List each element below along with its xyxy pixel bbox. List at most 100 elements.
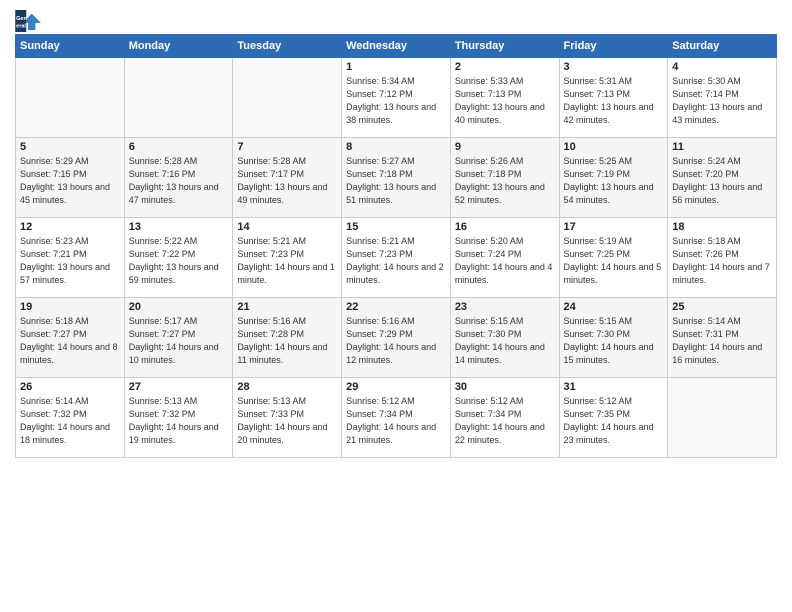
day-info: Sunrise: 5:14 AMSunset: 7:31 PMDaylight:… [672,315,772,367]
day-number: 5 [20,141,120,153]
calendar-cell: 7 Sunrise: 5:28 AMSunset: 7:17 PMDaylight… [233,138,342,218]
day-info: Sunrise: 5:33 AMSunset: 7:13 PMDaylight:… [455,75,555,127]
calendar-cell: 15Sunrise: 5:21 AMSunset: 7:23 PMDayligh… [342,218,451,298]
calendar-week-4: 19 Sunrise: 5:18 AMSunset: 7:27 PMDayligh… [16,298,777,378]
logo-icon: Gen eral [15,10,43,32]
day-number: 12 [20,221,120,233]
header: Gen eral [15,10,777,32]
calendar-week-3: 12 Sunrise: 5:23 AMSunset: 7:21 PMDayligh… [16,218,777,298]
day-number: 20 [129,301,229,313]
calendar-week-2: 5 Sunrise: 5:29 AMSunset: 7:15 PMDaylight… [16,138,777,218]
calendar-cell: 3 Sunrise: 5:31 AMSunset: 7:13 PMDaylight… [559,58,668,138]
calendar-cell: 21 Sunrise: 5:16 AMSunset: 7:28 PMDayligh… [233,298,342,378]
calendar-body: 1 Sunrise: 5:34 AMSunset: 7:12 PMDaylight… [16,58,777,458]
weekday-header-sunday: Sunday [16,35,125,58]
day-info: Sunrise: 5:28 AMSunset: 7:16 PMDaylight:… [129,155,229,207]
day-info: Sunrise: 5:31 AMSunset: 7:13 PMDaylight:… [564,75,664,127]
day-info: Sunrise: 5:16 AMSunset: 7:29 PMDaylight:… [346,315,446,367]
day-number: 14 [237,221,337,233]
day-info: Sunrise: 5:15 AMSunset: 7:30 PMDaylight:… [564,315,664,367]
day-info: Sunrise: 5:28 AMSunset: 7:17 PMDaylight:… [237,155,337,207]
calendar-cell: 6 Sunrise: 5:28 AMSunset: 7:16 PMDaylight… [124,138,233,218]
day-info: Sunrise: 5:30 AMSunset: 7:14 PMDaylight:… [672,75,772,127]
day-number: 10 [564,141,664,153]
day-number: 13 [129,221,229,233]
calendar-cell: 4Sunrise: 5:30 AMSunset: 7:14 PMDaylight… [668,58,777,138]
day-number: 8 [346,141,446,153]
calendar-header: SundayMondayTuesdayWednesdayThursdayFrid… [16,35,777,58]
day-number: 16 [455,221,555,233]
weekday-header-saturday: Saturday [668,35,777,58]
calendar-cell: 20Sunrise: 5:17 AMSunset: 7:27 PMDayligh… [124,298,233,378]
day-info: Sunrise: 5:12 AMSunset: 7:34 PMDaylight:… [346,395,446,447]
day-info: Sunrise: 5:24 AMSunset: 7:20 PMDaylight:… [672,155,772,207]
day-number: 9 [455,141,555,153]
weekday-header-thursday: Thursday [450,35,559,58]
calendar-cell: 14Sunrise: 5:21 AMSunset: 7:23 PMDayligh… [233,218,342,298]
calendar-cell: 11 Sunrise: 5:24 AMSunset: 7:20 PMDayligh… [668,138,777,218]
day-info: Sunrise: 5:18 AMSunset: 7:26 PMDaylight:… [672,235,772,287]
calendar-cell: 5 Sunrise: 5:29 AMSunset: 7:15 PMDaylight… [16,138,125,218]
day-number: 19 [20,301,120,313]
day-number: 21 [237,301,337,313]
page-container: Gen eral SundayMondayTuesdayWednesdayThu… [0,0,792,466]
calendar-cell: 30Sunrise: 5:12 AMSunset: 7:34 PMDayligh… [450,378,559,458]
calendar-cell: 9 Sunrise: 5:26 AMSunset: 7:18 PMDaylight… [450,138,559,218]
weekday-header-friday: Friday [559,35,668,58]
day-number: 26 [20,381,120,393]
calendar-cell: 19 Sunrise: 5:18 AMSunset: 7:27 PMDayligh… [16,298,125,378]
day-info: Sunrise: 5:21 AMSunset: 7:23 PMDaylight:… [346,235,446,287]
day-info: Sunrise: 5:20 AMSunset: 7:24 PMDaylight:… [455,235,555,287]
calendar-cell: 16 Sunrise: 5:20 AMSunset: 7:24 PMDayligh… [450,218,559,298]
weekday-row: SundayMondayTuesdayWednesdayThursdayFrid… [16,35,777,58]
day-info: Sunrise: 5:23 AMSunset: 7:21 PMDaylight:… [20,235,120,287]
day-number: 7 [237,141,337,153]
calendar-cell [16,58,125,138]
calendar-cell: 18 Sunrise: 5:18 AMSunset: 7:26 PMDayligh… [668,218,777,298]
day-info: Sunrise: 5:25 AMSunset: 7:19 PMDaylight:… [564,155,664,207]
calendar-cell: 25 Sunrise: 5:14 AMSunset: 7:31 PMDayligh… [668,298,777,378]
calendar-cell: 13Sunrise: 5:22 AMSunset: 7:22 PMDayligh… [124,218,233,298]
day-number: 24 [564,301,664,313]
calendar-cell: 1 Sunrise: 5:34 AMSunset: 7:12 PMDaylight… [342,58,451,138]
calendar-cell: 12 Sunrise: 5:23 AMSunset: 7:21 PMDayligh… [16,218,125,298]
day-number: 23 [455,301,555,313]
day-info: Sunrise: 5:16 AMSunset: 7:28 PMDaylight:… [237,315,337,367]
day-number: 31 [564,381,664,393]
day-info: Sunrise: 5:34 AMSunset: 7:12 PMDaylight:… [346,75,446,127]
calendar-table: SundayMondayTuesdayWednesdayThursdayFrid… [15,34,777,458]
day-info: Sunrise: 5:26 AMSunset: 7:18 PMDaylight:… [455,155,555,207]
day-number: 6 [129,141,229,153]
calendar-cell: 2 Sunrise: 5:33 AMSunset: 7:13 PMDaylight… [450,58,559,138]
calendar-cell [233,58,342,138]
weekday-header-wednesday: Wednesday [342,35,451,58]
calendar-cell: 24 Sunrise: 5:15 AMSunset: 7:30 PMDayligh… [559,298,668,378]
day-info: Sunrise: 5:18 AMSunset: 7:27 PMDaylight:… [20,315,120,367]
logo: Gen eral [15,10,47,32]
day-number: 30 [455,381,555,393]
calendar-cell [668,378,777,458]
day-number: 2 [455,61,555,73]
calendar-cell: 29 Sunrise: 5:12 AMSunset: 7:34 PMDayligh… [342,378,451,458]
calendar-cell: 23 Sunrise: 5:15 AMSunset: 7:30 PMDayligh… [450,298,559,378]
weekday-header-monday: Monday [124,35,233,58]
day-info: Sunrise: 5:29 AMSunset: 7:15 PMDaylight:… [20,155,120,207]
day-info: Sunrise: 5:13 AMSunset: 7:32 PMDaylight:… [129,395,229,447]
calendar-week-1: 1 Sunrise: 5:34 AMSunset: 7:12 PMDaylight… [16,58,777,138]
calendar-cell: 26Sunrise: 5:14 AMSunset: 7:32 PMDayligh… [16,378,125,458]
day-info: Sunrise: 5:15 AMSunset: 7:30 PMDaylight:… [455,315,555,367]
day-number: 25 [672,301,772,313]
day-number: 29 [346,381,446,393]
calendar-cell: 27Sunrise: 5:13 AMSunset: 7:32 PMDayligh… [124,378,233,458]
day-number: 11 [672,141,772,153]
day-info: Sunrise: 5:19 AMSunset: 7:25 PMDaylight:… [564,235,664,287]
day-number: 18 [672,221,772,233]
day-number: 1 [346,61,446,73]
calendar-cell: 28Sunrise: 5:13 AMSunset: 7:33 PMDayligh… [233,378,342,458]
calendar-cell: 22 Sunrise: 5:16 AMSunset: 7:29 PMDayligh… [342,298,451,378]
day-number: 22 [346,301,446,313]
day-number: 3 [564,61,664,73]
day-info: Sunrise: 5:12 AMSunset: 7:35 PMDaylight:… [564,395,664,447]
weekday-header-tuesday: Tuesday [233,35,342,58]
calendar-cell: 8Sunrise: 5:27 AMSunset: 7:18 PMDaylight… [342,138,451,218]
